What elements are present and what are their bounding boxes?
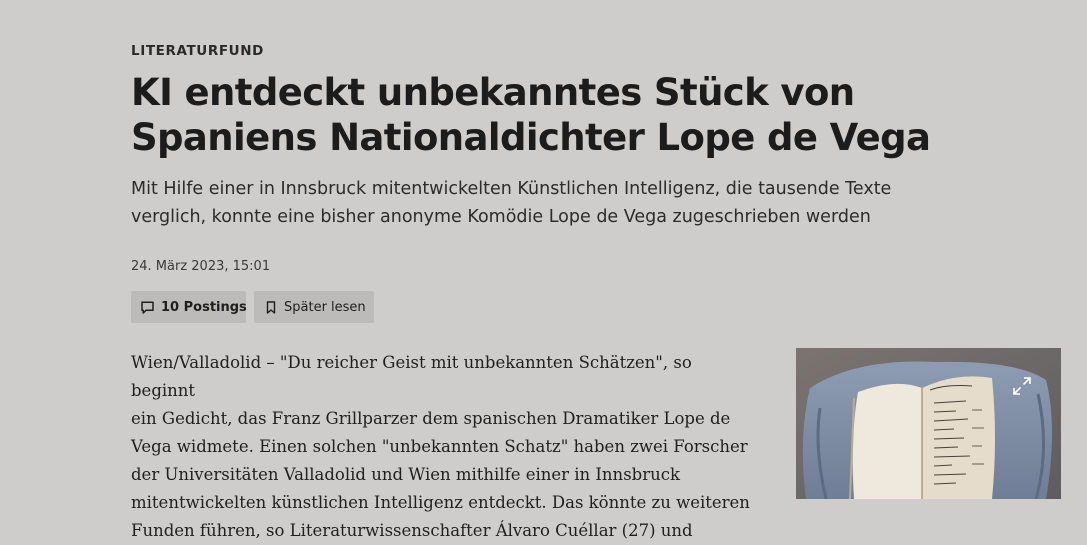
article-title: KI entdeckt unbekanntes Stück von Spanie…: [131, 70, 1031, 160]
manuscript-photo: [796, 348, 1061, 499]
postings-label: 10 Postings: [161, 299, 247, 315]
article-subtitle: Mit Hilfe einer in Innsbruck mitentwicke…: [131, 179, 892, 227]
body-line: der Universitäten Valladolid und Wien mi…: [131, 465, 680, 484]
body-line: mitentwickelten künstlichen Intelligenz …: [131, 493, 750, 512]
body-line: ein Gedicht, das Franz Grillparzer dem s…: [131, 409, 731, 428]
postings-button[interactable]: 10 Postings: [131, 291, 247, 323]
read-later-button[interactable]: Später lesen: [254, 291, 374, 323]
expand-image-button[interactable]: [1011, 375, 1033, 397]
body-line: Funden führen, so Literaturwissenschafte…: [131, 521, 693, 540]
article-image[interactable]: [796, 348, 1061, 499]
speech-bubble-icon: [140, 300, 155, 315]
body-line: Vega widmete. Einen solchen "unbekannten…: [131, 437, 748, 456]
article-kicker: LITERATURFUND: [131, 43, 264, 59]
article-actions: 10 Postings Später lesen: [131, 291, 374, 323]
body-line: Wien/Valladolid – "Du reicher Geist mit …: [131, 353, 692, 400]
article-title-line-1: KI entdeckt unbekanntes Stück von: [131, 71, 855, 114]
article-date: 24. März 2023, 15:01: [131, 259, 271, 274]
expand-arrows-icon: [1011, 377, 1033, 401]
article-title-line-2: Spaniens Nationaldichter Lope de Vega: [131, 116, 931, 159]
read-later-label: Später lesen: [284, 299, 366, 315]
bookmark-icon: [264, 300, 278, 315]
article-body: Wien/Valladolid – "Du reicher Geist mit …: [131, 349, 751, 545]
